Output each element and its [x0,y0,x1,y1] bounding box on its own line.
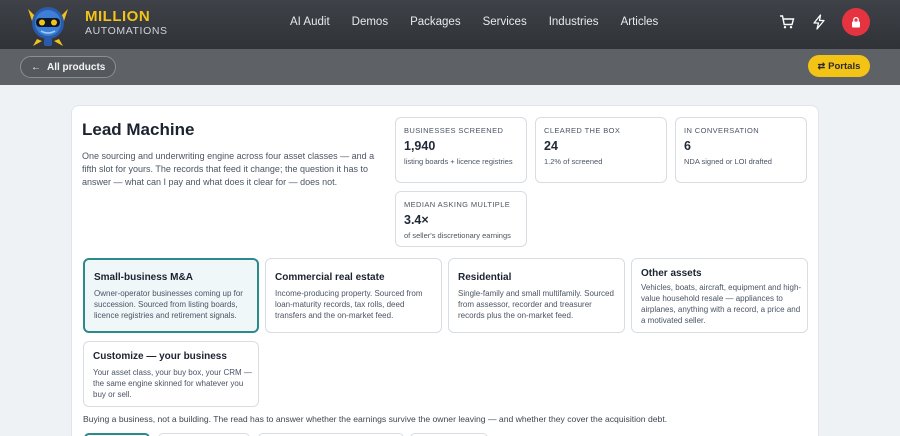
brand-name: MILLION [85,8,151,25]
stat-value: 3.4× [404,213,429,227]
nav-demos[interactable]: Demos [352,16,388,28]
stat-in-conversation: IN CONVERSATION 6 NDA signed or LOI draf… [675,117,807,183]
asset-class-desc: Your asset class, your buy box, your CRM… [93,368,252,399]
page-title: Lead Machine [82,120,195,139]
asset-class-title: Other assets [641,268,702,279]
main-nav: AI Audit Demos Packages Services Industr… [290,0,680,44]
asset-class-title: Residential [458,272,512,283]
stat-businesses-screened: BUSINESSES SCREENED 1,940 listing boards… [395,117,527,183]
arrow-left-icon: ← [31,61,41,73]
stat-note: listing boards + licence registries [404,157,513,166]
stat-value: 6 [684,139,691,153]
nav-services[interactable]: Services [483,16,527,28]
asset-class-residential[interactable]: Residential Single-family and small mult… [448,258,625,333]
asset-class-title: Commercial real estate [275,272,385,283]
asset-class-desc: Income-producing property. Sourced from … [275,289,423,320]
asset-class-footnote: Buying a business, not a building. The r… [83,414,668,424]
brand-subtitle: AUTOMATIONS [85,25,168,37]
cart-icon[interactable] [776,11,798,33]
stat-value: 1,940 [404,139,436,153]
asset-class-desc: Single-family and small multifamily. Sou… [458,289,614,320]
asset-class-title: Small-business M&A [94,272,193,283]
stat-label: CLEARED THE BOX [544,126,621,135]
stat-median-asking-multiple: MEDIAN ASKING MULTIPLE 3.4× of seller's … [395,191,527,247]
nav-industries[interactable]: Industries [549,16,599,28]
nav-ai-audit[interactable]: AI Audit [290,16,330,28]
stat-note: 1.2% of screened [544,157,603,166]
stat-label: IN CONVERSATION [684,126,760,135]
asset-class-commercial-real-estate[interactable]: Commercial real estate Income-producing … [265,258,442,333]
stat-cleared-the-box: CLEARED THE BOX 24 1.2% of screened [535,117,667,183]
nav-actions [766,8,870,36]
all-products-label: All products [47,61,106,73]
sub-toolbar: ← All products ⇄ Portals [0,49,900,85]
stat-label: MEDIAN ASKING MULTIPLE [404,200,511,209]
all-products-button[interactable]: ← All products [20,56,117,78]
lock-icon[interactable] [842,8,870,36]
asset-class-desc: Owner-operator businesses coming up for … [94,289,243,320]
stat-note: of seller's discretionary earnings [404,231,511,240]
top-navbar: MILLION AUTOMATIONS AI Audit Demos Packa… [0,0,900,49]
asset-class-desc: Vehicles, boats, aircraft, equipment and… [641,283,802,325]
asset-class-customize[interactable]: Customize — your business Your asset cla… [83,341,259,407]
stat-note: NDA signed or LOI drafted [684,157,772,166]
stat-value: 24 [544,139,558,153]
robot-logo-icon[interactable] [22,1,74,47]
product-description: One sourcing and underwriting engine acr… [82,151,375,187]
bolt-icon[interactable] [808,11,830,33]
asset-class-other-assets[interactable]: Other assets Vehicles, boats, aircraft, … [631,258,808,333]
stat-label: BUSINESSES SCREENED [404,126,504,135]
brand-wordmark[interactable]: MILLION AUTOMATIONS [85,9,168,37]
swap-arrows-icon: ⇄ [817,60,826,71]
portals-button[interactable]: ⇄ Portals [808,55,870,77]
nav-articles[interactable]: Articles [621,16,659,28]
asset-class-title: Customize — your business [93,351,227,362]
portals-label: Portals [828,60,861,72]
nav-packages[interactable]: Packages [410,16,461,28]
asset-class-small-business[interactable]: Small-business M&A Owner-operator busine… [83,258,259,333]
